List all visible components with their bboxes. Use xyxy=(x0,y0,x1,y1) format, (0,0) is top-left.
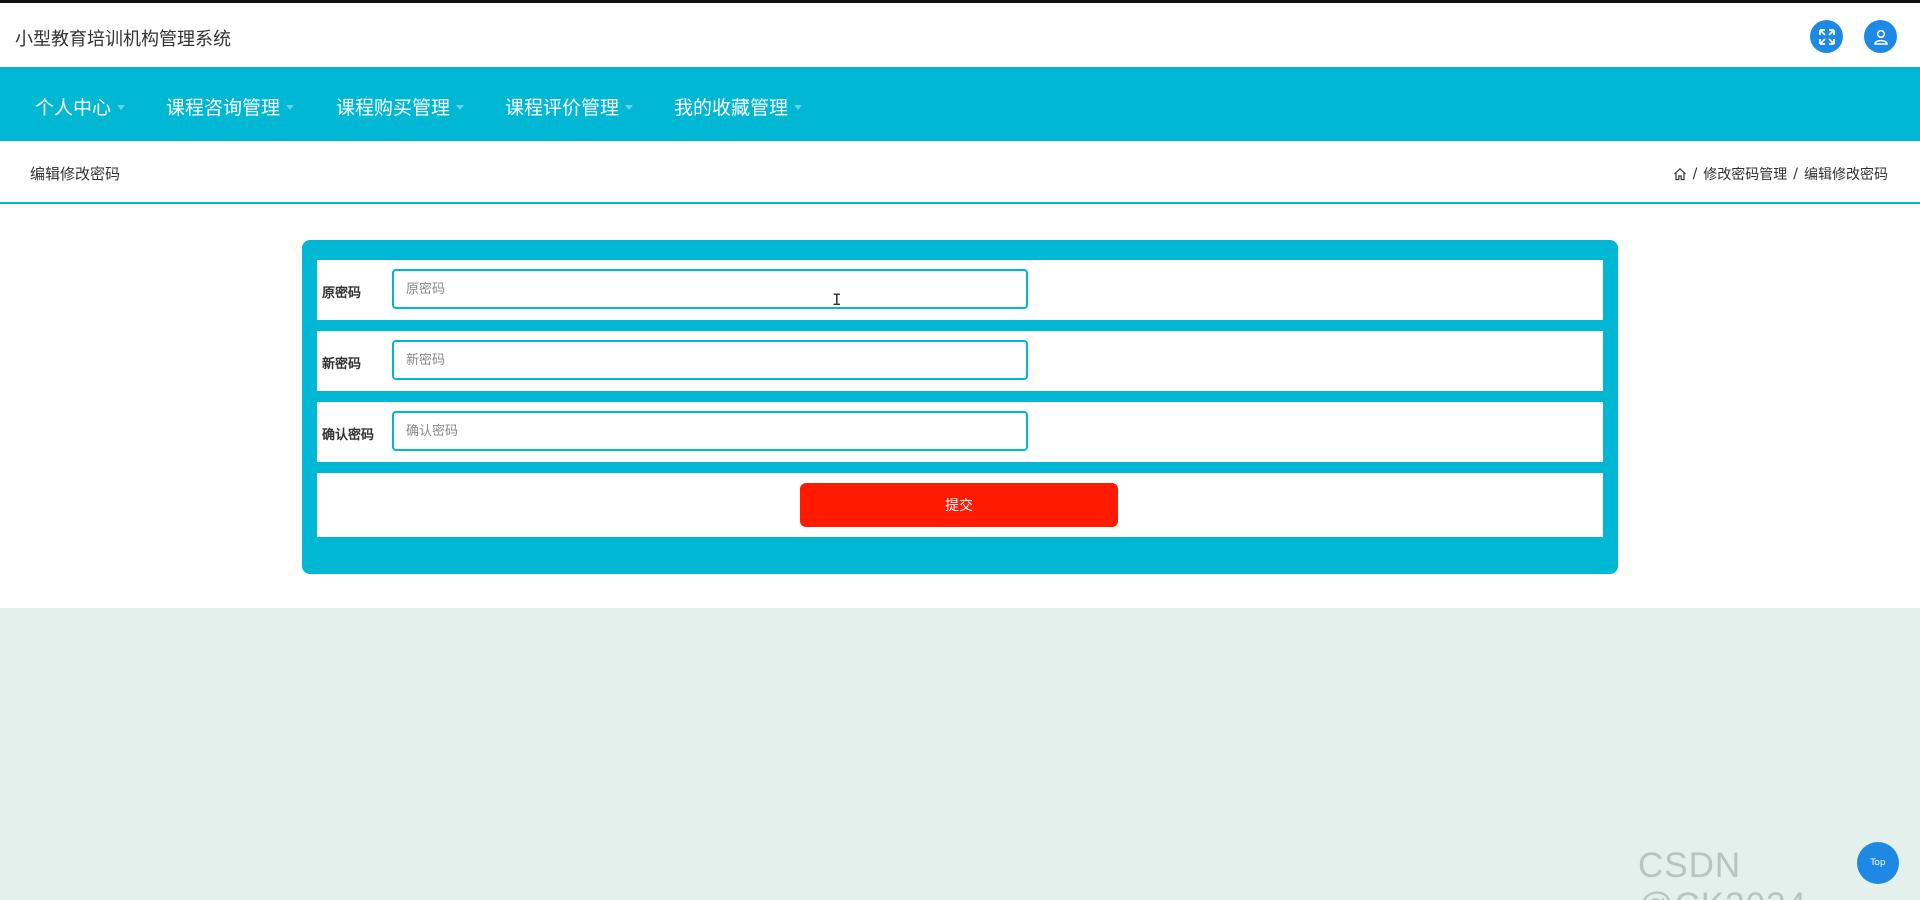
home-icon[interactable] xyxy=(1673,167,1687,181)
breadcrumb-separator: / xyxy=(1793,166,1798,182)
nav-item-course-consult[interactable]: 课程咨询管理 xyxy=(166,93,295,120)
text-cursor-icon: I xyxy=(832,290,842,309)
caret-down-icon xyxy=(286,105,295,110)
user-icon xyxy=(1873,29,1888,45)
page-title: 编辑修改密码 xyxy=(30,165,121,183)
confirm-password-label: 确认密码 xyxy=(322,428,375,443)
nav-item-label: 课程咨询管理 xyxy=(166,97,281,119)
nav-item-label: 个人中心 xyxy=(35,97,112,119)
breadcrumb-separator: / xyxy=(1692,166,1698,182)
caret-down-icon xyxy=(625,105,634,110)
confirm-password-input[interactable] xyxy=(392,411,1028,451)
old-password-input[interactable] xyxy=(392,269,1028,309)
caret-down-icon xyxy=(456,105,465,110)
old-password-label: 原密码 xyxy=(322,286,362,301)
content-area: 原密码 新密码 确认密码 提交 xyxy=(0,204,1920,608)
top-header: 小型教育培训机构管理系统 xyxy=(0,0,1920,67)
nav-item-course-review[interactable]: 课程评价管理 xyxy=(505,93,634,120)
expand-icon xyxy=(1818,28,1835,45)
nav-item-label: 课程购买管理 xyxy=(336,97,451,119)
nav-item-personal-center[interactable]: 个人中心 xyxy=(35,93,126,120)
nav-item-label: 课程评价管理 xyxy=(505,97,620,119)
breadcrumb-item-password-management[interactable]: 修改密码管理 xyxy=(1703,164,1787,184)
fullscreen-button[interactable] xyxy=(1810,20,1843,53)
user-button[interactable] xyxy=(1864,20,1897,53)
form-row-confirm-password: 确认密码 xyxy=(317,402,1603,462)
form-row-old-password: 原密码 xyxy=(317,260,1603,320)
form-row-submit: 提交 xyxy=(317,473,1603,537)
watermark: CSDN @CK3034 xyxy=(1638,846,1806,900)
main-nav: 个人中心 课程咨询管理 课程购买管理 课程评价管理 我的收藏管理 xyxy=(0,67,1920,141)
nav-item-label: 我的收藏管理 xyxy=(674,97,789,119)
nav-item-favorites[interactable]: 我的收藏管理 xyxy=(674,93,803,120)
caret-down-icon xyxy=(117,105,126,110)
password-form: 原密码 新密码 确认密码 提交 xyxy=(302,240,1618,574)
new-password-input[interactable] xyxy=(392,340,1028,380)
submit-button[interactable]: 提交 xyxy=(800,483,1118,527)
caret-down-icon xyxy=(794,105,803,110)
new-password-label: 新密码 xyxy=(322,357,362,372)
nav-item-course-purchase[interactable]: 课程购买管理 xyxy=(336,93,465,120)
breadcrumb-item-current: 编辑修改密码 xyxy=(1804,167,1888,183)
breadcrumb: / 修改密码管理 / 编辑修改密码 xyxy=(1673,164,1888,184)
app-title: 小型教育培训机构管理系统 xyxy=(15,29,231,50)
page-header: 编辑修改密码 / 修改密码管理 / 编辑修改密码 xyxy=(0,141,1920,204)
form-row-new-password: 新密码 xyxy=(317,331,1603,391)
